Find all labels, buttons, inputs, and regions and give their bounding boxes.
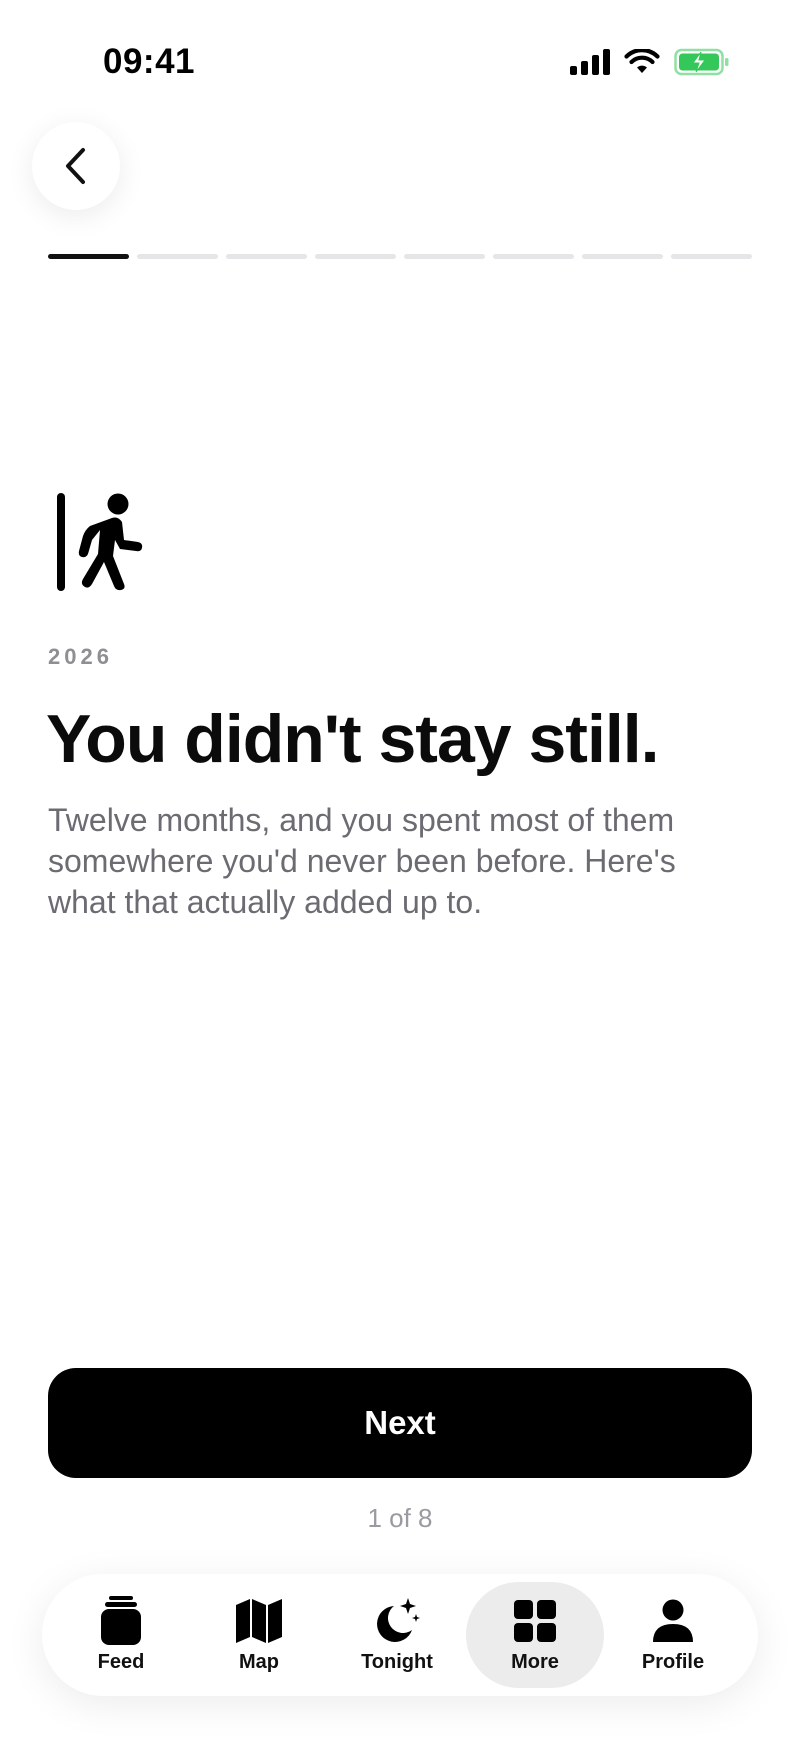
map-icon [236,1598,282,1643]
tab-label-profile: Profile [641,1650,705,1673]
headline: You didn't stay still. [46,701,660,777]
wifi-icon [624,49,660,73]
tab-feed[interactable]: Feed [52,1582,190,1688]
person-walking-out-door-icon [52,490,152,599]
next-button[interactable]: Next [48,1368,752,1478]
progress-segment [137,254,218,259]
moon-stars-icon [377,1597,420,1642]
progress-segment [48,254,129,259]
back-button[interactable] [32,122,120,210]
status-bar: 09:41 [0,0,800,110]
tab-label-more: More [511,1650,559,1673]
progress-segment [404,254,485,259]
story-screen: 09:41 2026 You didn't stay still. Twelve… [0,0,800,1739]
tab-tonight[interactable]: Tonight [328,1582,466,1688]
status-icons [570,48,730,76]
story-progress [48,254,752,260]
progress-segment [582,254,663,259]
progress-segment [315,254,396,259]
year-label: 2026 [48,644,113,669]
battery-charging-icon [674,48,729,76]
cellular-signal-icon [570,49,610,75]
tab-bar: Feed Map Tonight More Profile [42,1574,758,1696]
grid-icon [514,1599,556,1642]
tab-label-feed: Feed [97,1650,145,1673]
tab-label-map: Map [239,1650,279,1673]
progress-segment [493,254,574,259]
tab-more[interactable]: More [466,1582,604,1688]
status-time: 09:41 [103,42,196,81]
tab-label-tonight: Tonight [361,1650,433,1673]
tab-profile[interactable]: Profile [604,1582,742,1688]
feed-stack-icon [101,1595,141,1645]
chevron-left-icon [66,148,85,184]
person-icon [653,1599,693,1642]
body-text: Twelve months, and you spent most of the… [48,802,676,920]
page-indicator: 1 of 8 [367,1503,433,1533]
progress-segment [226,254,307,259]
tab-map[interactable]: Map [190,1582,328,1688]
progress-segment [671,254,752,259]
